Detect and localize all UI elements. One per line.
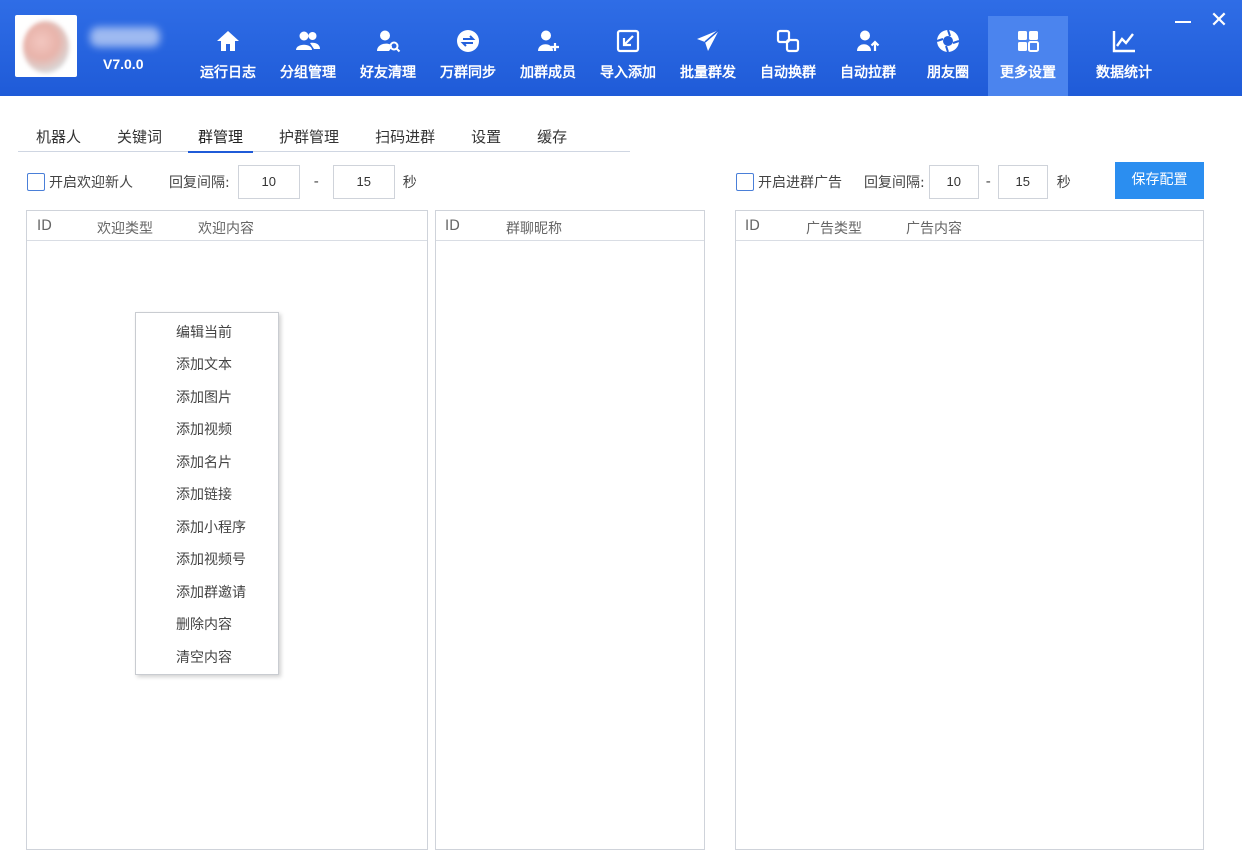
context-menu: 编辑当前 添加文本 添加图片 添加视频 添加名片 添加链接 添加小程序 添加视频… — [135, 312, 279, 675]
col-id: ID — [745, 218, 760, 234]
col-group-nickname: 群聊昵称 — [506, 221, 562, 237]
welcome-interval-label: 回复间隔: — [169, 175, 230, 191]
col-id: ID — [37, 218, 52, 234]
nav-item-friend-clean[interactable]: 好友清理 — [348, 16, 428, 96]
ad-interval-min-input[interactable]: 10 — [928, 165, 979, 199]
menu-item-add-video-account[interactable]: 添加视频号 — [176, 549, 246, 569]
nav-item-group-sync[interactable]: 万群同步 — [428, 16, 508, 96]
tab-group-protect[interactable]: 护群管理 — [261, 122, 357, 152]
ad-interval-dash: - — [985, 174, 991, 190]
welcome-interval-dash: - — [313, 174, 319, 190]
pull-group-icon — [853, 26, 883, 56]
ad-list-panel[interactable]: ID 广告类型 广告内容 — [735, 210, 1204, 850]
nav-item-auto-pull-group[interactable]: 自动拉群 — [828, 16, 908, 96]
ad-interval-max-input[interactable]: 15 — [997, 165, 1048, 199]
nav-item-moments[interactable]: 朋友圈 — [908, 16, 988, 96]
menu-item-clear-content[interactable]: 清空内容 — [176, 647, 232, 667]
welcome-checkbox-label: 开启欢迎新人 — [49, 175, 133, 191]
sync-icon — [453, 26, 483, 56]
welcome-interval-max-input[interactable]: 15 — [332, 165, 395, 199]
ad-interval-label: 回复间隔: — [864, 175, 925, 191]
switch-group-icon — [773, 26, 803, 56]
col-ad-type: 广告类型 — [806, 221, 862, 237]
menu-item-add-video[interactable]: 添加视频 — [176, 419, 232, 439]
col-ad-content: 广告内容 — [906, 221, 962, 237]
nav-item-data-stats[interactable]: 数据统计 — [1068, 16, 1180, 96]
col-welcome-type: 欢迎类型 — [97, 221, 153, 237]
menu-item-add-group-invite[interactable]: 添加群邀请 — [176, 582, 246, 602]
app-logo — [15, 15, 77, 77]
nav-item-bulk-send[interactable]: 批量群发 — [668, 16, 748, 96]
tab-bar: 机器人 关键词 群管理 护群管理 扫码进群 设置 缓存 — [18, 122, 630, 153]
menu-item-add-card[interactable]: 添加名片 — [176, 452, 232, 472]
user-search-icon — [373, 26, 403, 56]
welcome-checkbox[interactable] — [27, 173, 45, 191]
tab-robot[interactable]: 机器人 — [18, 122, 99, 152]
app-name-blurred — [90, 27, 160, 47]
menu-item-delete-content[interactable]: 删除内容 — [176, 614, 232, 634]
users-icon — [293, 26, 323, 56]
nav-item-auto-switch-group[interactable]: 自动换群 — [748, 16, 828, 96]
ad-controls: 开启进群广告 回复间隔: 10 - 15 秒 — [736, 164, 1071, 200]
welcome-list-header: ID 欢迎类型 欢迎内容 — [27, 211, 427, 241]
tab-settings[interactable]: 设置 — [453, 122, 519, 152]
col-id: ID — [445, 218, 460, 234]
grid-icon — [1013, 26, 1043, 56]
welcome-interval-min-input[interactable]: 10 — [237, 165, 300, 199]
user-add-icon — [533, 26, 563, 56]
nav-item-run-log[interactable]: 运行日志 — [188, 16, 268, 96]
group-list-panel[interactable]: ID 群聊昵称 — [435, 210, 705, 850]
nav-item-more-settings[interactable]: 更多设置 — [988, 16, 1068, 96]
main-nav: 运行日志 分组管理 好友清理 万群同步 加群成员 导入添加 批量群发 自动换群 … — [188, 16, 1180, 96]
menu-item-add-mini-program[interactable]: 添加小程序 — [176, 517, 246, 537]
version-label: V7.0.0 — [103, 56, 144, 72]
nav-item-import-add[interactable]: 导入添加 — [588, 16, 668, 96]
col-welcome-content: 欢迎内容 — [198, 221, 254, 237]
nav-item-add-members[interactable]: 加群成员 — [508, 16, 588, 96]
group-list-header: ID 群聊昵称 — [436, 211, 704, 241]
tab-cache[interactable]: 缓存 — [519, 122, 585, 152]
ad-interval-unit: 秒 — [1056, 175, 1071, 191]
ad-checkbox-label: 开启进群广告 — [758, 175, 842, 191]
save-config-button[interactable]: 保存配置 — [1115, 162, 1204, 199]
home-icon — [213, 26, 243, 56]
send-icon — [693, 26, 723, 56]
nav-item-group-manage[interactable]: 分组管理 — [268, 16, 348, 96]
menu-item-add-link[interactable]: 添加链接 — [176, 484, 232, 504]
menu-item-add-image[interactable]: 添加图片 — [176, 387, 232, 407]
menu-item-edit-current[interactable]: 编辑当前 — [176, 322, 232, 342]
menu-item-add-text[interactable]: 添加文本 — [176, 354, 232, 374]
tab-group-manage[interactable]: 群管理 — [180, 122, 261, 153]
tab-keywords[interactable]: 关键词 — [99, 122, 180, 152]
import-icon — [613, 26, 643, 56]
welcome-controls: 开启欢迎新人 回复间隔: 10 - 15 秒 — [27, 164, 417, 200]
welcome-interval-unit: 秒 — [402, 175, 417, 191]
ad-checkbox[interactable] — [736, 173, 754, 191]
tab-scan-join[interactable]: 扫码进群 — [357, 122, 453, 152]
ad-list-header: ID 广告类型 广告内容 — [736, 211, 1203, 241]
top-bar: V7.0.0 运行日志 分组管理 好友清理 万群同步 加群成员 导入添加 批量群… — [0, 0, 1242, 96]
chart-icon — [1109, 26, 1139, 56]
minimize-button[interactable] — [1172, 10, 1194, 32]
close-button[interactable]: ✕ — [1208, 10, 1230, 32]
moments-icon — [933, 26, 963, 56]
